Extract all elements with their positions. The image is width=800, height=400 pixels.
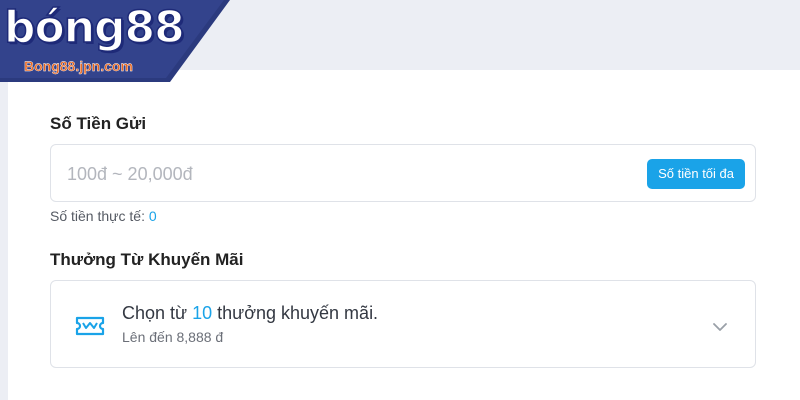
promotion-select-dropdown[interactable]: Chọn từ 10 thưởng khuyến mãi. Lên đến 8,… [50, 280, 756, 368]
ticket-icon [75, 315, 105, 342]
promotion-choose-prefix: Chọn từ [122, 303, 193, 323]
actual-amount-text: Số tiền thực tế: 0 [50, 208, 157, 224]
promotion-choose-suffix: thưởng khuyến mãi. [212, 303, 379, 323]
actual-amount-label: Số tiền thực tế: [50, 208, 149, 224]
chevron-down-icon[interactable] [713, 319, 727, 337]
actual-amount-value: 0 [148, 208, 157, 224]
brand-logo: bóng88 Bong88.jpn.com [0, 0, 232, 82]
promotion-max-bonus-text: Lên đến 8,888 đ [122, 329, 224, 345]
promotion-choose-text: Chọn từ 10 thưởng khuyến mãi. [122, 303, 378, 324]
promotion-count: 10 [192, 303, 213, 323]
deposit-amount-field: Số tiền tối đa [50, 144, 756, 202]
promotion-bonus-title: Thưởng Từ Khuyến Mãi [50, 250, 244, 269]
max-amount-button[interactable]: Số tiền tối đa [647, 159, 745, 189]
logo-domain-text: Bong88.jpn.com [24, 58, 133, 74]
deposit-amount-title: Số Tiền Gửi [50, 114, 147, 133]
deposit-amount-input[interactable] [67, 159, 627, 189]
logo-wordmark: bóng88 [3, 1, 185, 54]
